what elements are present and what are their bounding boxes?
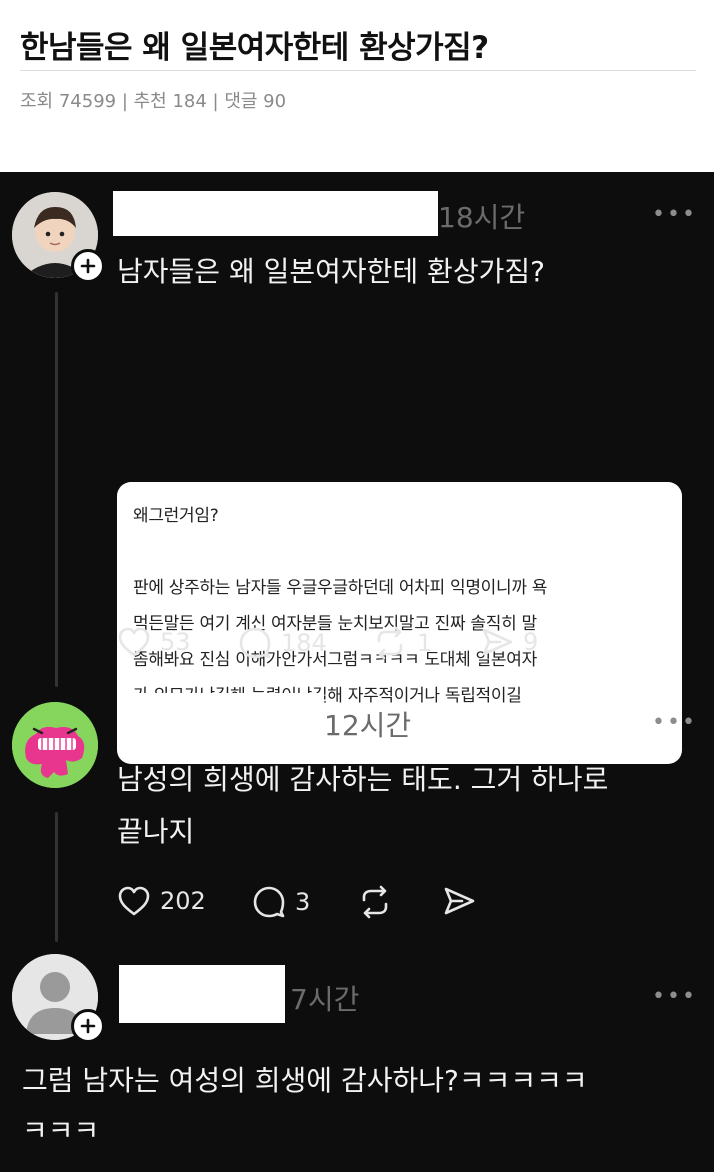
reply-text-line: ㅋㅋㅋ: [22, 1114, 100, 1147]
reply-count: 184: [281, 629, 327, 657]
reply-text-line: 그럼 남자는 여성의 희생에 감사하나?ㅋㅋㅋㅋㅋ: [22, 1064, 588, 1097]
avatar[interactable]: [12, 702, 98, 788]
reply-button[interactable]: 3: [252, 885, 310, 919]
repost-icon: [362, 885, 388, 919]
reply-text-line: 남성의 희생에 감사하는 태도. 그거 하나로: [117, 763, 609, 796]
more-icon[interactable]: •••: [652, 202, 697, 227]
username-redaction: [113, 191, 438, 236]
like-count: 53: [160, 628, 191, 656]
thread-line: [55, 292, 58, 687]
more-icon[interactable]: •••: [652, 984, 697, 1009]
follow-button[interactable]: [71, 249, 105, 283]
post-text: 남자들은 왜 일본여자한테 환상가짐?: [117, 255, 545, 288]
share-icon: [444, 887, 475, 915]
like-button[interactable]: 202: [117, 885, 206, 917]
heart-icon: [118, 627, 150, 657]
like-count: 202: [160, 887, 206, 915]
quote-line: 판에 상주하는 남자들 우글우글하던데 어차피 익명이니까 욕: [133, 578, 548, 598]
username-redaction: [119, 965, 285, 1023]
page-header: 한남들은 왜 일본여자한테 환상가짐? 조회 74599 | 추천 184 | …: [0, 0, 714, 172]
reply-button[interactable]: 184: [238, 626, 327, 660]
header-divider: [20, 70, 696, 71]
share-button[interactable]: 9: [480, 626, 538, 658]
like-button[interactable]: 53: [117, 626, 191, 658]
username-redaction: [117, 693, 324, 743]
comment-icon: [253, 886, 285, 918]
plus-icon: [80, 258, 96, 274]
thread-line: [55, 812, 58, 942]
page-title: 한남들은 왜 일본여자한테 환상가짐?: [20, 30, 489, 66]
reply-text: 그럼 남자는 여성의 희생에 감사하나?ㅋㅋㅋㅋㅋ ㅋㅋㅋ: [22, 1056, 588, 1156]
plus-icon: [80, 1018, 96, 1034]
repost-icon: [377, 626, 403, 660]
comment-icon: [239, 627, 271, 659]
more-icon[interactable]: •••: [652, 710, 697, 735]
reply-text: 남성의 희생에 감사하는 태도. 그거 하나로 끝나지: [117, 754, 608, 858]
heart-icon: [118, 886, 150, 916]
follow-button[interactable]: [71, 1009, 105, 1043]
repost-button[interactable]: 1: [372, 626, 432, 660]
reply-text-line: 끝나지: [117, 815, 195, 848]
share-count: 9: [523, 628, 539, 656]
reply-time: 7시간: [290, 983, 360, 1016]
share-icon: [482, 628, 513, 656]
quote-line: [133, 534, 666, 570]
repost-button[interactable]: [357, 885, 393, 919]
share-button[interactable]: [442, 885, 476, 917]
post-time: 18시간: [438, 201, 526, 234]
reply-time: 12시간: [324, 709, 412, 742]
thread-screenshot: 18시간 ••• 남자들은 왜 일본여자한테 환상가짐? 왜그런거임? 판에 상…: [0, 172, 714, 1172]
repost-count: 1: [417, 629, 433, 657]
quote-line: 왜그런거임?: [133, 506, 219, 526]
reply-count: 3: [295, 888, 311, 916]
post-meta: 조회 74599 | 추천 184 | 댓글 90: [20, 91, 287, 112]
